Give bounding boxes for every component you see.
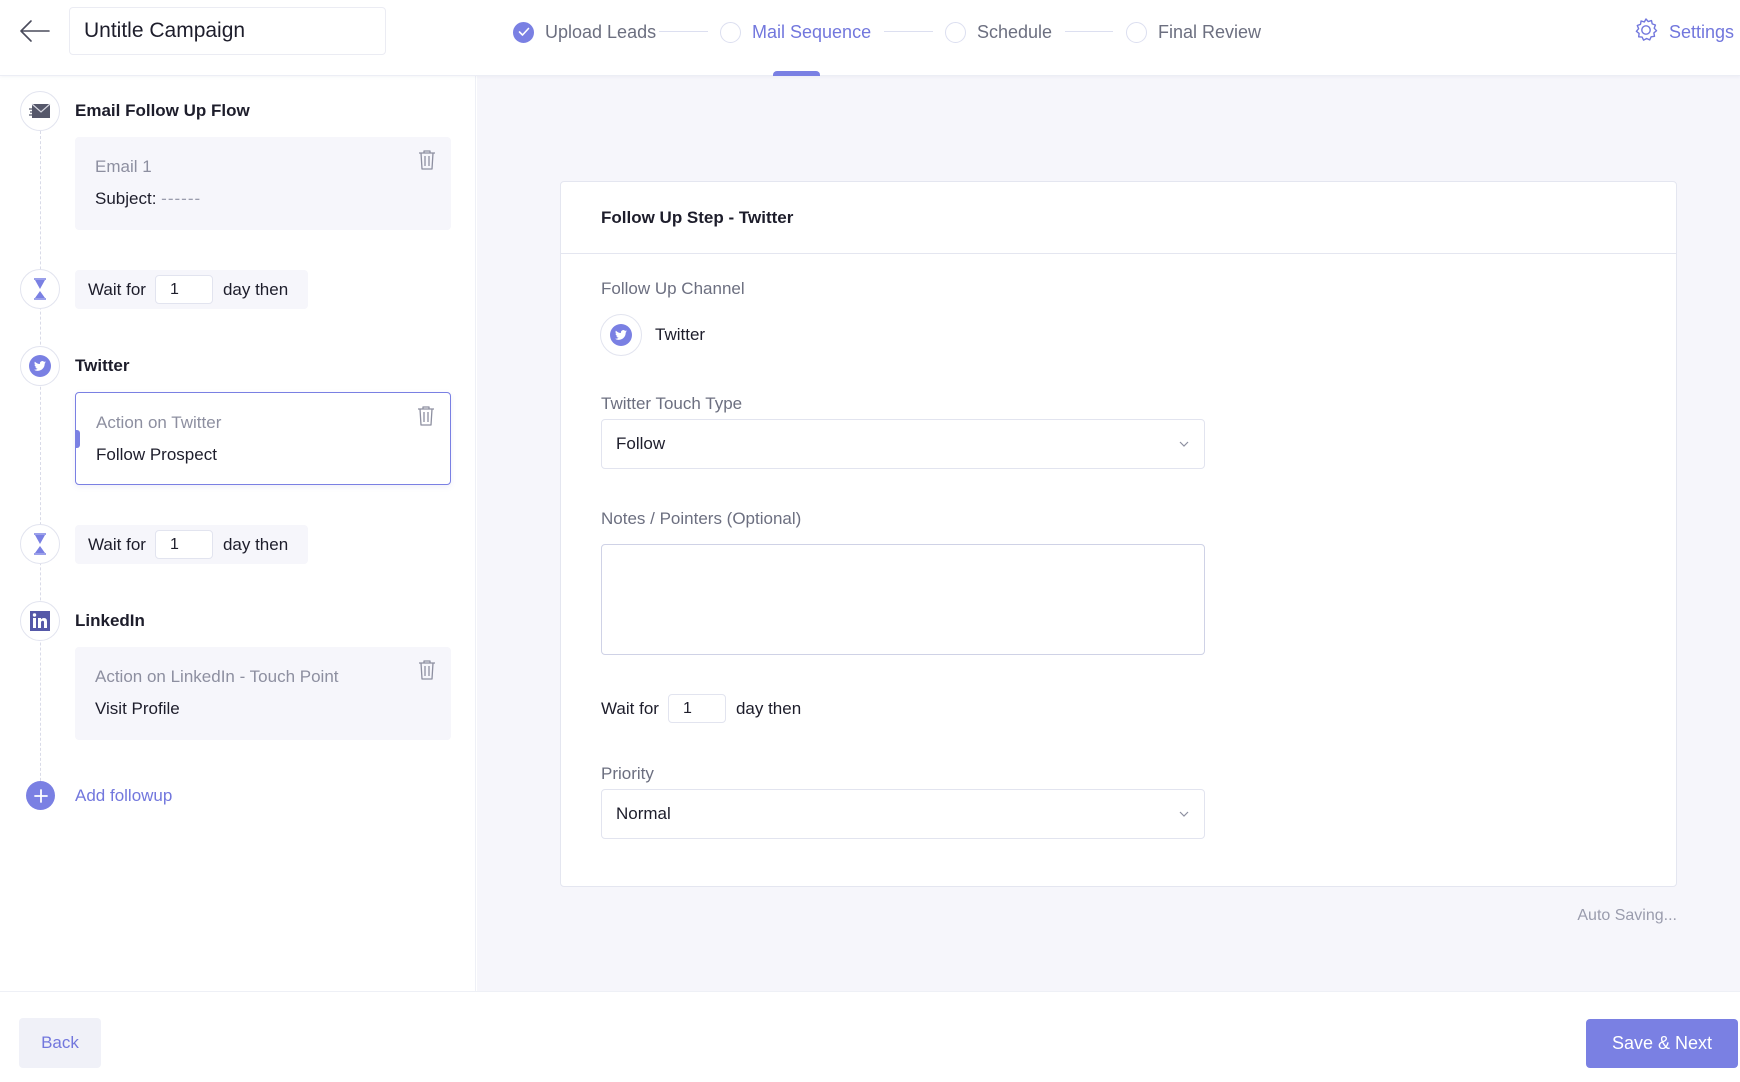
sequence-card-email[interactable]: Email 1 Subject: ------ bbox=[75, 137, 451, 230]
step-upload-leads[interactable]: Upload Leads bbox=[513, 20, 656, 44]
channel-name: Twitter bbox=[655, 325, 706, 344]
linkedin-icon bbox=[20, 601, 60, 641]
step-mail-sequence[interactable]: Mail Sequence bbox=[720, 20, 871, 44]
step-connector bbox=[659, 31, 708, 32]
channel-label: Follow Up Channel bbox=[601, 279, 745, 298]
trash-icon[interactable] bbox=[417, 659, 437, 681]
gear-icon bbox=[1633, 17, 1659, 48]
add-followup-label: Add followup bbox=[75, 785, 173, 805]
subject-value: ------ bbox=[161, 189, 202, 208]
hourglass-icon bbox=[20, 269, 60, 309]
settings-label: Settings bbox=[1669, 22, 1735, 42]
twitter-icon bbox=[20, 346, 60, 386]
card-subtitle: Email 1 bbox=[95, 157, 152, 176]
wait-suffix: day then bbox=[222, 279, 289, 299]
top-header: Upload Leads Mail Sequence Schedule Fina… bbox=[0, 0, 1740, 76]
campaign-title-input[interactable] bbox=[69, 7, 386, 55]
step-schedule[interactable]: Schedule bbox=[945, 20, 1052, 44]
sequence-panel: Email Follow Up Flow Email 1 Subject: --… bbox=[0, 76, 476, 991]
card-action: Follow Prospect bbox=[96, 445, 217, 464]
sequence-step-title: Email Follow Up Flow bbox=[75, 101, 250, 120]
wait-row: Wait for day then bbox=[75, 270, 308, 309]
touch-type-value: Follow bbox=[616, 434, 666, 453]
arrow-left-icon[interactable] bbox=[18, 17, 52, 45]
trash-icon[interactable] bbox=[417, 149, 437, 171]
notes-label: Notes / Pointers (Optional) bbox=[601, 509, 802, 528]
wait-days-input[interactable] bbox=[154, 275, 213, 304]
step-circle-icon bbox=[1126, 21, 1147, 43]
plus-icon bbox=[26, 781, 55, 810]
follow-up-step-form: Follow Up Step - Twitter Follow Up Chann… bbox=[560, 181, 1677, 887]
auto-saving-status: Auto Saving... bbox=[1577, 907, 1677, 924]
step-label: Upload Leads bbox=[545, 21, 657, 42]
touch-type-label: Twitter Touch Type bbox=[601, 394, 743, 413]
chevron-down-icon bbox=[1179, 441, 1189, 447]
touch-type-select[interactable]: Follow bbox=[601, 419, 1205, 469]
sequence-card-twitter[interactable]: Action on Twitter Follow Prospect bbox=[75, 392, 451, 485]
timeline-connector bbox=[40, 116, 41, 806]
subject-label: Subject: bbox=[95, 189, 157, 208]
check-circle-icon bbox=[513, 21, 534, 43]
step-label: Schedule bbox=[977, 21, 1053, 42]
wait-row: Wait for day then bbox=[75, 525, 308, 564]
wait-prefix: Wait for bbox=[88, 534, 146, 554]
twitter-icon bbox=[600, 314, 642, 356]
settings-button[interactable]: Settings bbox=[1633, 17, 1734, 48]
step-final-review[interactable]: Final Review bbox=[1126, 20, 1261, 44]
wait-prefix: Wait for bbox=[88, 279, 146, 299]
sequence-step-title: Twitter bbox=[75, 356, 130, 375]
card-action: Visit Profile bbox=[95, 699, 180, 718]
hourglass-icon bbox=[20, 524, 60, 564]
step-connector bbox=[884, 31, 933, 32]
back-button[interactable]: Back bbox=[19, 1018, 101, 1068]
wait-days-input[interactable] bbox=[154, 530, 213, 559]
chevron-down-icon bbox=[1179, 811, 1189, 817]
wait-suffix: day then bbox=[735, 698, 802, 718]
step-connector bbox=[1065, 31, 1113, 32]
card-subtitle: Action on LinkedIn - Touch Point bbox=[95, 667, 339, 686]
channel-value: Twitter bbox=[600, 314, 705, 356]
sequence-step-title: LinkedIn bbox=[75, 611, 145, 630]
card-subtitle: Action on Twitter bbox=[96, 413, 222, 432]
active-step-indicator bbox=[773, 71, 820, 76]
step-label: Final Review bbox=[1158, 21, 1262, 42]
footer-bar: Back Save & Next bbox=[0, 991, 1740, 1082]
wait-days-input[interactable] bbox=[667, 694, 726, 723]
wait-suffix: day then bbox=[222, 534, 289, 554]
priority-label: Priority bbox=[601, 764, 654, 783]
step-circle-icon bbox=[720, 21, 741, 43]
add-followup-button[interactable]: Add followup bbox=[26, 781, 172, 810]
notes-textarea[interactable] bbox=[601, 544, 1205, 655]
step-label: Mail Sequence bbox=[752, 21, 872, 42]
sequence-card-linkedin[interactable]: Action on LinkedIn - Touch Point Visit P… bbox=[75, 647, 451, 740]
card-subject: Subject: ------ bbox=[95, 189, 201, 209]
form-wait-row: Wait for day then bbox=[601, 694, 801, 723]
priority-select[interactable]: Normal bbox=[601, 789, 1205, 839]
priority-value: Normal bbox=[616, 804, 671, 823]
step-circle-icon bbox=[945, 21, 966, 43]
envelope-icon bbox=[20, 91, 60, 131]
form-title: Follow Up Step - Twitter bbox=[561, 182, 1676, 254]
trash-icon[interactable] bbox=[416, 405, 436, 427]
save-next-button[interactable]: Save & Next bbox=[1586, 1019, 1738, 1068]
wait-prefix: Wait for bbox=[601, 698, 659, 718]
